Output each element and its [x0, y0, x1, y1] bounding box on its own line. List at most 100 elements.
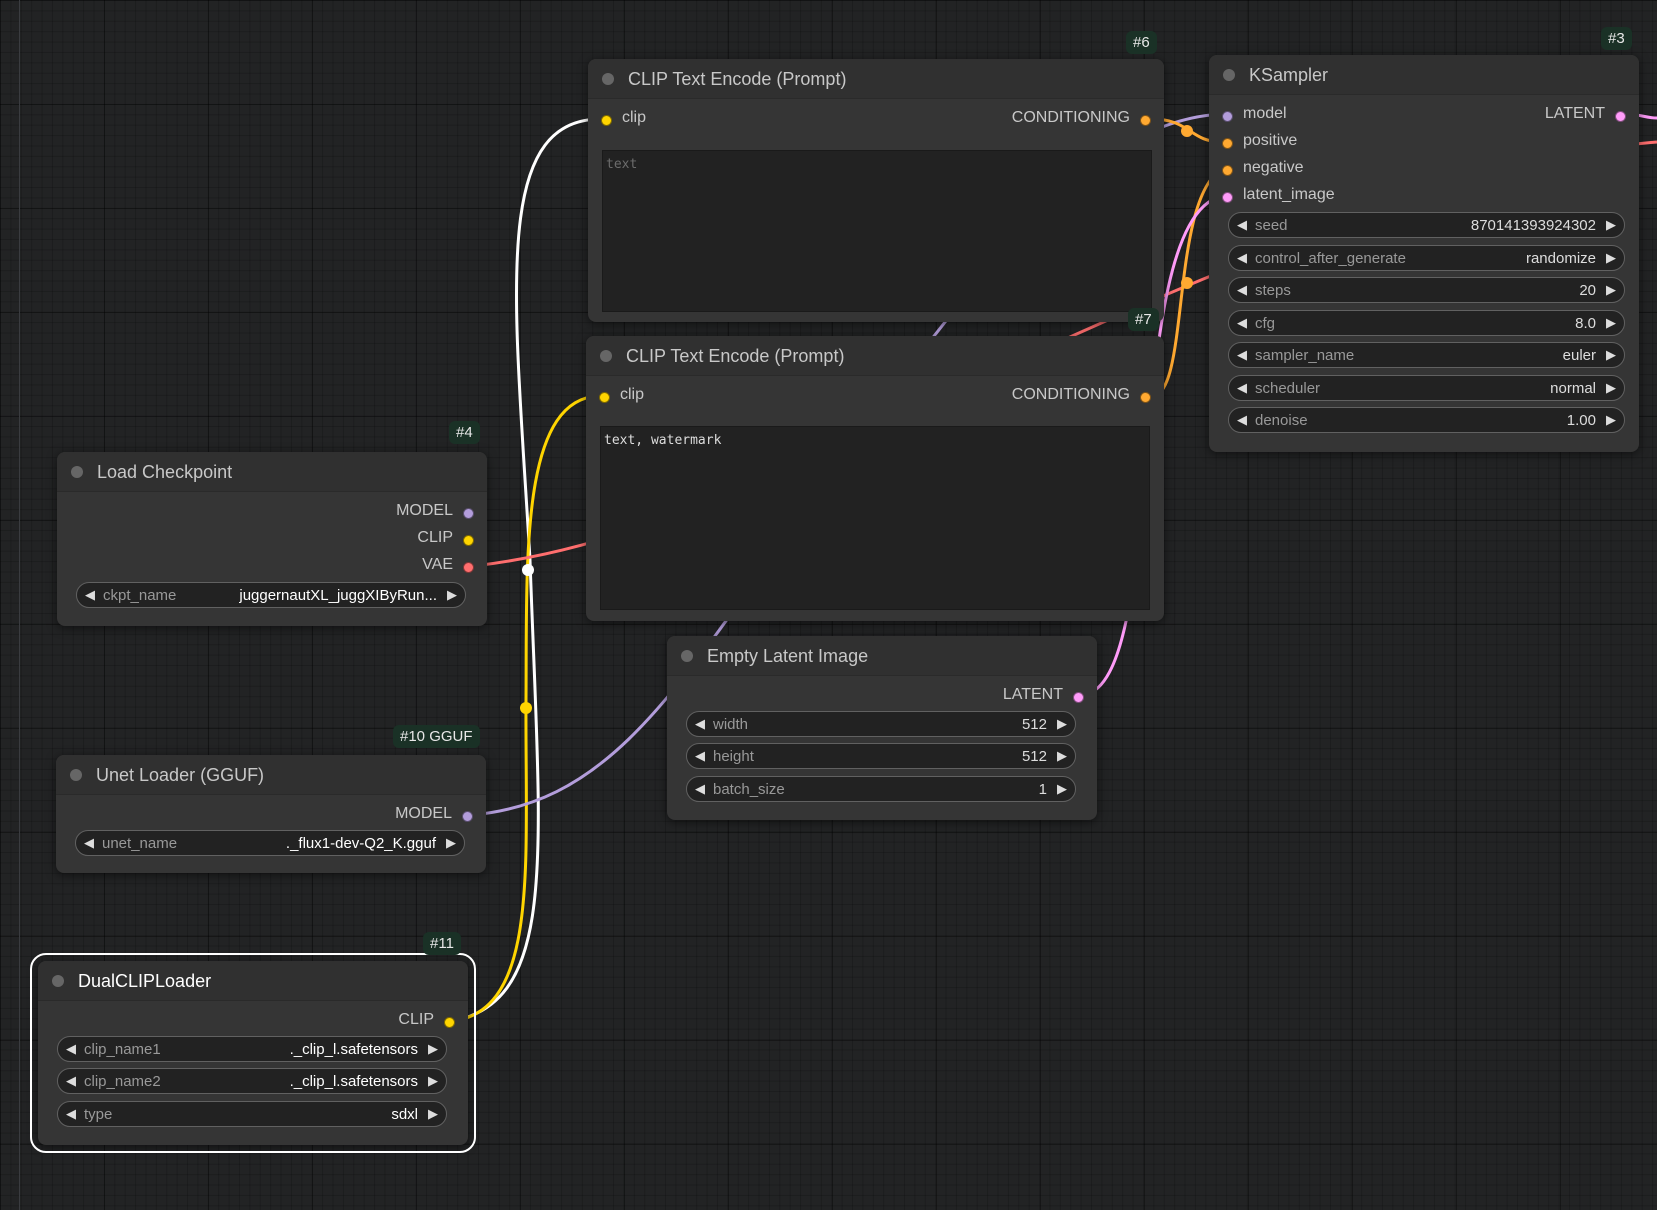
decrement-arrow-icon[interactable]: ◀ — [1237, 315, 1247, 331]
increment-arrow-icon[interactable]: ▶ — [1606, 217, 1616, 233]
positive-input-pin-icon[interactable] — [1222, 138, 1233, 149]
input-slot-clip[interactable]: clip — [599, 386, 644, 404]
decrement-arrow-icon[interactable]: ◀ — [1237, 412, 1247, 428]
output-slot-conditioning[interactable]: CONDITIONING — [1012, 109, 1151, 127]
output-slot-model[interactable]: MODEL — [396, 502, 474, 520]
collapse-dot-icon[interactable] — [52, 975, 64, 987]
decrement-arrow-icon[interactable]: ◀ — [1237, 282, 1247, 298]
output-slot-conditioning[interactable]: CONDITIONING — [1012, 386, 1151, 404]
node-header[interactable]: KSampler — [1209, 55, 1639, 95]
widget-steps[interactable]: ◀ steps 20 ▶ — [1228, 277, 1625, 303]
decrement-arrow-icon[interactable]: ◀ — [695, 716, 705, 732]
link-midpoint-clip[interactable] — [520, 702, 532, 714]
increment-arrow-icon[interactable]: ▶ — [1606, 250, 1616, 266]
conditioning-output-pin-icon[interactable] — [1140, 115, 1151, 126]
model-output-pin-icon[interactable] — [462, 811, 473, 822]
widget-clip-name2[interactable]: ◀ clip_name2 ._clip_l.safetensors ▶ — [57, 1068, 447, 1094]
increment-arrow-icon[interactable]: ▶ — [1606, 412, 1616, 428]
decrement-arrow-icon[interactable]: ◀ — [695, 781, 705, 797]
decrement-arrow-icon[interactable]: ◀ — [1237, 217, 1247, 233]
latent-output-pin-icon[interactable] — [1615, 111, 1626, 122]
decrement-arrow-icon[interactable]: ◀ — [1237, 347, 1247, 363]
node-header[interactable]: Load Checkpoint — [57, 452, 487, 492]
widget-sampler-name[interactable]: ◀ sampler_name euler ▶ — [1228, 342, 1625, 368]
node-header[interactable]: CLIP Text Encode (Prompt) — [586, 336, 1164, 376]
vae-output-pin-icon[interactable] — [463, 562, 474, 573]
output-slot-clip[interactable]: CLIP — [417, 529, 474, 547]
widget-denoise[interactable]: ◀ denoise 1.00 ▶ — [1228, 407, 1625, 433]
decrement-arrow-icon[interactable]: ◀ — [66, 1041, 76, 1057]
widget-type[interactable]: ◀ type sdxl ▶ — [57, 1101, 447, 1127]
widget-cfg[interactable]: ◀ cfg 8.0 ▶ — [1228, 310, 1625, 336]
node-header[interactable]: CLIP Text Encode (Prompt) — [588, 59, 1164, 99]
clip-output-pin-icon[interactable] — [463, 535, 474, 546]
increment-arrow-icon[interactable]: ▶ — [1606, 380, 1616, 396]
latent-output-pin-icon[interactable] — [1073, 692, 1084, 703]
output-slot-latent[interactable]: LATENT — [1003, 686, 1084, 704]
collapse-dot-icon[interactable] — [1223, 69, 1235, 81]
output-slot-vae[interactable]: VAE — [422, 556, 474, 574]
widget-ckpt-name[interactable]: ◀ ckpt_name juggernautXL_juggXIByRun... … — [76, 582, 466, 608]
collapse-dot-icon[interactable] — [602, 73, 614, 85]
widget-unet-name[interactable]: ◀ unet_name ._flux1-dev-Q2_K.gguf ▶ — [75, 830, 465, 856]
unet-loader-gguf-node[interactable]: Unet Loader (GGUF) MODEL ◀ unet_name ._f… — [56, 755, 486, 873]
collapse-dot-icon[interactable] — [70, 769, 82, 781]
ksampler-node[interactable]: KSampler model LATENT positive negative … — [1209, 55, 1639, 452]
increment-arrow-icon[interactable]: ▶ — [1606, 282, 1616, 298]
decrement-arrow-icon[interactable]: ◀ — [695, 748, 705, 764]
widget-width[interactable]: ◀ width 512 ▶ — [686, 711, 1076, 737]
output-slot-model[interactable]: MODEL — [395, 805, 473, 823]
widget-scheduler[interactable]: ◀ scheduler normal ▶ — [1228, 375, 1625, 401]
output-slot-latent[interactable]: LATENT — [1545, 105, 1626, 123]
clip-output-pin-icon[interactable] — [444, 1017, 455, 1028]
input-slot-latent-image[interactable]: latent_image — [1222, 186, 1335, 204]
input-slot-clip[interactable]: clip — [601, 109, 646, 127]
load-checkpoint-node[interactable]: Load Checkpoint MODEL CLIP VAE ◀ ckpt_na… — [57, 452, 487, 626]
node-header[interactable]: Unet Loader (GGUF) — [56, 755, 486, 795]
collapse-dot-icon[interactable] — [681, 650, 693, 662]
widget-height[interactable]: ◀ height 512 ▶ — [686, 743, 1076, 769]
output-slot-clip[interactable]: CLIP — [398, 1011, 455, 1029]
clip-input-pin-icon[interactable] — [599, 392, 610, 403]
clip-text-encode-negative-node[interactable]: CLIP Text Encode (Prompt) clip CONDITION… — [586, 336, 1164, 621]
link-midpoint-vae[interactable] — [522, 564, 534, 576]
increment-arrow-icon[interactable]: ▶ — [447, 587, 457, 603]
node-header[interactable]: DualCLIPLoader — [38, 961, 468, 1001]
widget-clip-name1[interactable]: ◀ clip_name1 ._clip_l.safetensors ▶ — [57, 1036, 447, 1062]
dual-clip-loader-node[interactable]: DualCLIPLoader CLIP ◀ clip_name1 ._clip_… — [30, 953, 476, 1153]
widget-seed[interactable]: ◀ seed 870141393924302 ▶ — [1228, 212, 1625, 238]
collapse-dot-icon[interactable] — [71, 466, 83, 478]
widget-batch-size[interactable]: ◀ batch_size 1 ▶ — [686, 776, 1076, 802]
latent-input-pin-icon[interactable] — [1222, 192, 1233, 203]
prompt-text-area[interactable]: text — [602, 150, 1152, 312]
increment-arrow-icon[interactable]: ▶ — [1606, 347, 1616, 363]
input-slot-model[interactable]: model — [1222, 105, 1287, 123]
node-header[interactable]: Empty Latent Image — [667, 636, 1097, 676]
collapse-dot-icon[interactable] — [600, 350, 612, 362]
decrement-arrow-icon[interactable]: ◀ — [85, 587, 95, 603]
increment-arrow-icon[interactable]: ▶ — [428, 1073, 438, 1089]
decrement-arrow-icon[interactable]: ◀ — [66, 1106, 76, 1122]
empty-latent-image-node[interactable]: Empty Latent Image LATENT ◀ width 512 ▶ … — [667, 636, 1097, 820]
input-slot-negative[interactable]: negative — [1222, 159, 1304, 177]
input-slot-positive[interactable]: positive — [1222, 132, 1297, 150]
increment-arrow-icon[interactable]: ▶ — [428, 1106, 438, 1122]
increment-arrow-icon[interactable]: ▶ — [1057, 716, 1067, 732]
decrement-arrow-icon[interactable]: ◀ — [66, 1073, 76, 1089]
clip-input-pin-icon[interactable] — [601, 115, 612, 126]
model-input-pin-icon[interactable] — [1222, 111, 1233, 122]
decrement-arrow-icon[interactable]: ◀ — [84, 835, 94, 851]
increment-arrow-icon[interactable]: ▶ — [1057, 748, 1067, 764]
increment-arrow-icon[interactable]: ▶ — [1057, 781, 1067, 797]
widget-control-after-generate[interactable]: ◀ control_after_generate randomize ▶ — [1228, 245, 1625, 271]
model-output-pin-icon[interactable] — [463, 508, 474, 519]
link-midpoint-negative[interactable] — [1181, 277, 1193, 289]
negative-input-pin-icon[interactable] — [1222, 165, 1233, 176]
conditioning-output-pin-icon[interactable] — [1140, 392, 1151, 403]
link-midpoint-positive[interactable] — [1181, 125, 1193, 137]
increment-arrow-icon[interactable]: ▶ — [1606, 315, 1616, 331]
increment-arrow-icon[interactable]: ▶ — [428, 1041, 438, 1057]
clip-text-encode-positive-node[interactable]: CLIP Text Encode (Prompt) clip CONDITION… — [588, 59, 1164, 322]
increment-arrow-icon[interactable]: ▶ — [446, 835, 456, 851]
decrement-arrow-icon[interactable]: ◀ — [1237, 380, 1247, 396]
